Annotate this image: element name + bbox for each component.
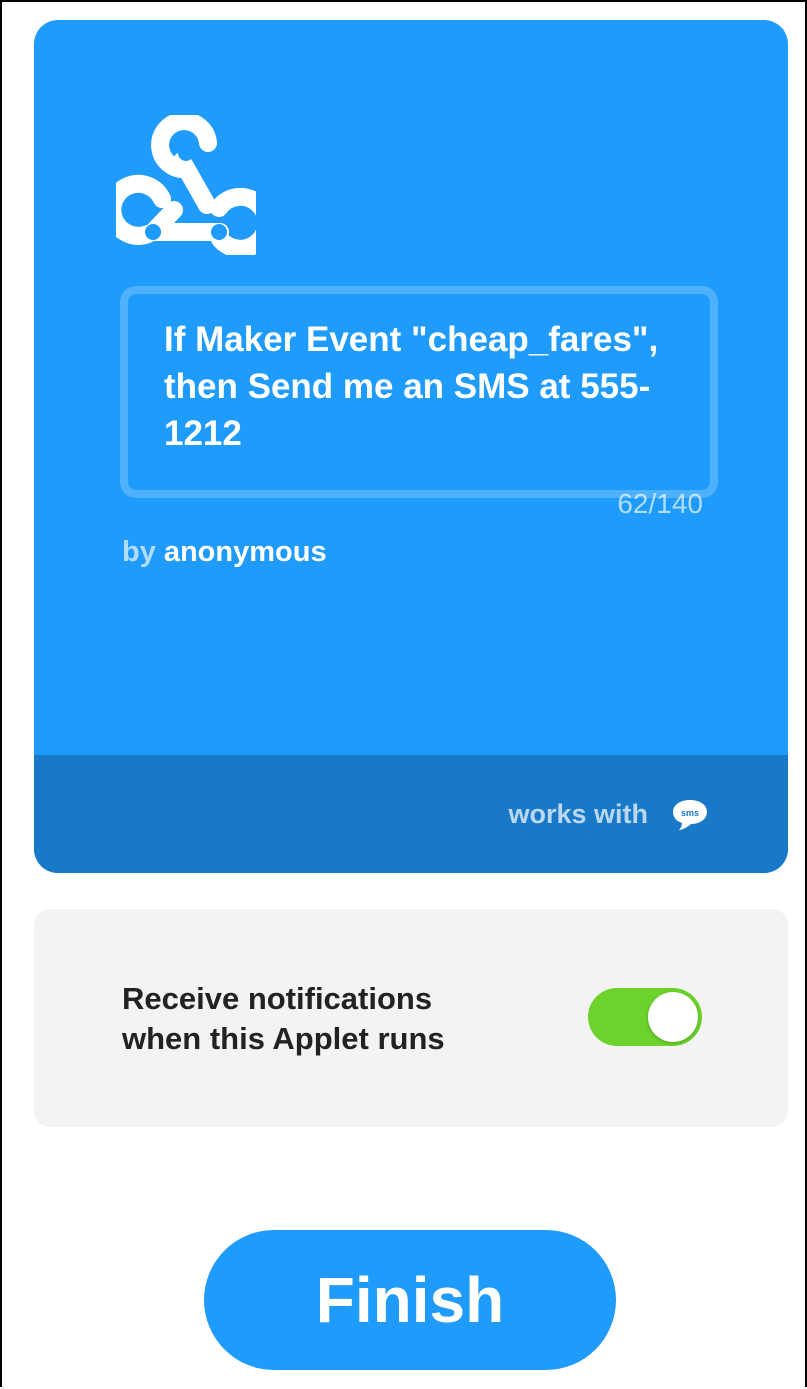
byline: by anonymous xyxy=(122,536,327,569)
finish-button[interactable]: Finish xyxy=(204,1230,616,1370)
author-name: anonymous xyxy=(163,536,327,568)
sms-icon-text: sms xyxy=(681,808,699,818)
applet-title-field[interactable]: If Maker Event "cheap_fares", then Send … xyxy=(120,286,718,498)
by-label: by xyxy=(122,536,156,568)
sms-icon: sms xyxy=(673,800,707,830)
character-counter: 62/140 xyxy=(617,488,703,519)
applet-title: If Maker Event "cheap_fares", then Send … xyxy=(164,320,659,453)
applet-footer: works with sms xyxy=(34,755,788,873)
toggle-knob xyxy=(648,992,698,1042)
notifications-label: Receive notifications when this Applet r… xyxy=(122,981,445,1056)
notifications-toggle[interactable] xyxy=(588,988,702,1046)
applet-card: If Maker Event "cheap_fares", then Send … xyxy=(34,20,788,873)
screen: If Maker Event "cheap_fares", then Send … xyxy=(0,0,807,1387)
works-with-label: works with xyxy=(508,799,648,829)
notifications-panel: Receive notifications when this Applet r… xyxy=(34,909,788,1127)
webhook-icon xyxy=(116,115,256,255)
